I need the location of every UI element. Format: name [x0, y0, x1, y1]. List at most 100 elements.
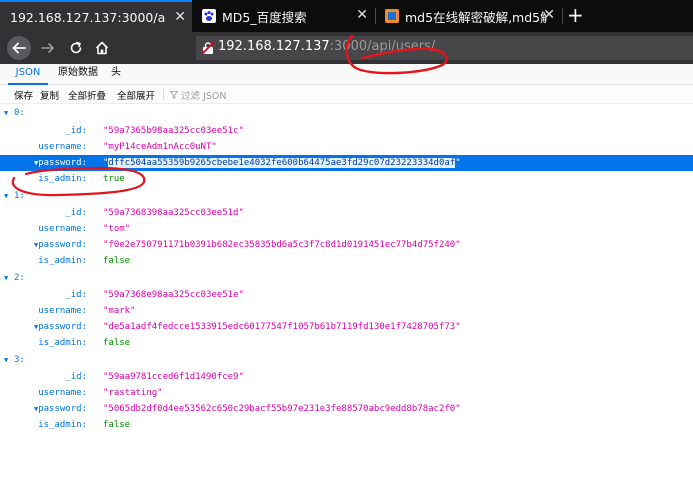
json-key: _id: — [65, 208, 87, 218]
json-row-selected[interactable]: ▼password: "dffc504aa55359b9265cbebe1e403… — [0, 155, 693, 171]
expand-arrow-icon[interactable]: ▼ — [4, 105, 14, 121]
json-value: true — [103, 174, 125, 184]
json-row[interactable]: ▼password: "de5a1adf4fedcce1533915edc6017… — [0, 319, 693, 335]
record-header[interactable]: ▼ 1: — [0, 188, 693, 204]
back-button-icon[interactable] — [6, 35, 32, 61]
expand-arrow-icon[interactable]: ▼ — [28, 155, 38, 171]
json-row[interactable]: username: "myP14ceAdm1nAcc0uNT" — [0, 139, 693, 155]
json-key: _id: — [65, 290, 87, 300]
record-index: 2: — [14, 273, 25, 283]
json-row[interactable]: _id: "59a7368398aa325cc03ee51d" — [0, 205, 693, 221]
filter-icon — [170, 91, 178, 99]
close-tab-icon[interactable]: ✕ — [543, 7, 555, 23]
json-value: "myP14ceAdm1nAcc0uNT" — [103, 142, 217, 152]
record-header[interactable]: ▼ 3: — [0, 352, 693, 368]
home-icon[interactable] — [94, 40, 110, 56]
baidu-paw-icon — [202, 9, 216, 23]
expand-arrow-icon[interactable]: ▼ — [28, 237, 38, 253]
json-row[interactable]: is_admin: false — [0, 417, 693, 433]
json-row[interactable]: username: "rastating" — [0, 385, 693, 401]
url-bar[interactable]: 192.168.127.137:3000/api/users/ — [196, 36, 693, 60]
json-value: "59a7365b98aa325cc03ee51c" — [103, 126, 244, 136]
json-row[interactable]: ▼password: "5065db2df0d4ee53562c650c29bac… — [0, 401, 693, 417]
json-value: false — [103, 420, 131, 430]
json-row[interactable]: _id: "59a7368e98aa325cc03ee51e" — [0, 287, 693, 303]
json-row[interactable]: username: "mark" — [0, 303, 693, 319]
url-text: 192.168.127.137:3000/api/users/ — [218, 39, 435, 54]
expand-all-button[interactable]: 全部展开 — [117, 88, 155, 102]
json-value: "59a7368e98aa325cc03ee51e" — [103, 290, 244, 300]
filter-json-input[interactable]: 过滤 JSON — [170, 88, 226, 102]
reload-icon[interactable] — [68, 40, 84, 56]
json-key-label: password: — [38, 322, 87, 332]
tab-json[interactable]: JSON — [8, 64, 48, 85]
json-value: "rastating" — [103, 388, 163, 398]
browser-tab-active[interactable]: 192.168.127.137:3000/api/u ✕ — [0, 0, 192, 32]
toolbar-divider — [163, 89, 164, 99]
json-row[interactable]: username: "tom" — [0, 221, 693, 237]
close-tab-icon[interactable]: ✕ — [356, 7, 368, 23]
json-key: ▼password: — [28, 155, 87, 171]
tab-bar: 192.168.127.137:3000/api/u ✕ MD5_百度搜索 ✕ … — [0, 0, 693, 32]
tab-title: MD5_百度搜索 — [222, 9, 307, 25]
tab-headers[interactable]: 头 — [106, 64, 126, 83]
json-key: ▼password: — [28, 237, 87, 253]
json-row[interactable]: ▼password: "f0e2e750791171b0391b682ec3583… — [0, 237, 693, 253]
json-value: "de5a1adf4fedcce1533915edc60177547f1057b… — [103, 322, 461, 332]
collapse-all-button[interactable]: 全部折叠 — [68, 88, 106, 102]
json-key: is_admin: — [38, 256, 87, 266]
tab-raw-data[interactable]: 原始数据 — [54, 64, 102, 83]
copy-button[interactable]: 复制 — [40, 88, 59, 102]
json-key: username: — [38, 224, 87, 234]
json-key: is_admin: — [38, 338, 87, 348]
selected-hash-text: dffc504aa55359b9265cbebe1e4032fe600b6447… — [108, 158, 456, 168]
json-key: username: — [38, 142, 87, 152]
json-key: is_admin: — [38, 420, 87, 430]
expand-arrow-icon[interactable]: ▼ — [4, 270, 14, 286]
json-row[interactable]: is_admin: false — [0, 335, 693, 351]
expand-arrow-icon[interactable]: ▼ — [28, 401, 38, 417]
expand-arrow-icon[interactable]: ▼ — [4, 188, 14, 204]
forward-button-icon[interactable] — [40, 40, 56, 56]
browser-tab-baidu[interactable]: MD5_百度搜索 ✕ — [194, 0, 374, 32]
record-header[interactable]: ▼ 0: — [0, 105, 693, 121]
json-value: "f0e2e750791171b0391b682ec35835bd6a5c3f7… — [103, 240, 461, 250]
json-row[interactable]: _id: "59a7365b98aa325cc03ee51c" — [0, 123, 693, 139]
close-tab-icon[interactable]: ✕ — [174, 9, 186, 25]
tab-separator — [375, 8, 376, 24]
json-key: ▼password: — [28, 401, 87, 417]
json-key: _id: — [65, 126, 87, 136]
expand-arrow-icon[interactable]: ▼ — [4, 352, 14, 368]
save-button[interactable]: 保存 — [14, 88, 33, 102]
expand-arrow-icon[interactable]: ▼ — [28, 319, 38, 335]
json-key-label: password: — [38, 240, 87, 250]
browser-tab-md5[interactable]: md5在线解密破解,md5解 ✕ — [377, 0, 561, 32]
json-row[interactable]: is_admin: true — [0, 171, 693, 187]
json-key: _id: — [65, 372, 87, 382]
json-key: username: — [38, 388, 87, 398]
json-row[interactable]: _id: "59aa9781cced6f1d1490fce9" — [0, 369, 693, 385]
new-tab-button[interactable]: + — [567, 3, 584, 27]
record-index: 3: — [14, 355, 25, 365]
quote: " — [455, 158, 461, 168]
url-path: :3000/api/users/ — [329, 39, 436, 54]
json-key: username: — [38, 306, 87, 316]
record-header[interactable]: ▼ 2: — [0, 270, 693, 286]
insecure-connection-icon[interactable] — [201, 41, 215, 55]
tab-title: 192.168.127.137:3000/api/u — [10, 9, 166, 25]
url-host: 192.168.127.137 — [218, 39, 330, 54]
json-row[interactable]: is_admin: false — [0, 253, 693, 269]
json-value: "dffc504aa55359b9265cbebe1e4032fe600b644… — [103, 155, 461, 171]
json-value: "mark" — [103, 306, 136, 316]
json-value: "59aa9781cced6f1d1490fce9" — [103, 372, 244, 382]
json-key: ▼password: — [28, 319, 87, 335]
md5-site-icon — [385, 9, 399, 23]
json-key-label: password: — [38, 404, 87, 414]
json-value: "5065db2df0d4ee53562c650c29bacf55b97e231… — [103, 404, 461, 414]
json-value: "59a7368398aa325cc03ee51d" — [103, 208, 244, 218]
record-index: 1: — [14, 191, 25, 201]
json-key: is_admin: — [38, 174, 87, 184]
json-viewer-tabs: JSON 原始数据 头 — [0, 64, 693, 85]
json-value: false — [103, 338, 131, 348]
tab-title: md5在线解密破解,md5解 — [405, 9, 547, 25]
